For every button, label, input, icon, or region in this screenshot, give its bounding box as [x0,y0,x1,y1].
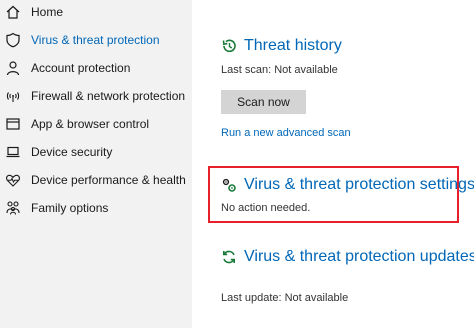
person-icon [5,60,21,76]
family-icon [5,200,21,216]
settings-highlight-box [208,166,459,223]
protection-settings-heading[interactable]: Virus & threat protection settings [221,176,474,194]
last-update-text: Last update: Not available [221,292,349,304]
protection-updates-title: Virus & threat protection updates [244,248,474,265]
sidebar: Home Virus & threat protection Account p… [0,0,192,328]
sidebar-item-device-security[interactable]: Device security [0,138,192,166]
sidebar-item-family-options[interactable]: Family options [0,194,192,222]
sidebar-item-account-protection[interactable]: Account protection [0,54,192,82]
sidebar-item-label: Family options [31,201,109,215]
last-scan-text: Last scan: Not available [221,64,338,76]
sidebar-item-firewall-network[interactable]: Firewall & network protection [0,82,192,110]
scan-now-button[interactable]: Scan now [221,90,306,114]
sidebar-item-home[interactable]: Home [0,0,192,26]
home-icon [5,4,21,20]
wifi-icon [5,88,21,104]
sidebar-item-label: Account protection [31,61,131,75]
run-advanced-scan-link[interactable]: Run a new advanced scan [221,127,351,139]
threat-history-title: Threat history [244,37,342,54]
sidebar-item-label: Home [31,5,64,19]
sidebar-item-label: Virus & threat protection [31,33,160,47]
threat-history-heading: Threat history [221,37,342,55]
sidebar-item-app-browser-control[interactable]: App & browser control [0,110,192,138]
refresh-icon [221,249,237,265]
protection-settings-title: Virus & threat protection settings [244,176,474,193]
app-window-icon [5,116,21,132]
sidebar-item-label: App & browser control [31,117,150,131]
settings-gears-icon [221,177,237,193]
shield-icon [5,32,21,48]
protection-updates-heading[interactable]: Virus & threat protection updates [221,248,474,266]
main-content: Threat history Last scan: Not available … [192,0,474,328]
settings-status-text: No action needed. [221,202,311,214]
sidebar-item-label: Device performance & health [31,173,186,187]
sidebar-item-label: Device security [31,145,113,159]
sidebar-item-device-performance-health[interactable]: Device performance & health [0,166,192,194]
sidebar-item-virus-threat-protection[interactable]: Virus & threat protection [0,26,192,54]
heart-icon [5,172,21,188]
sidebar-item-label: Firewall & network protection [31,89,186,103]
history-icon [221,38,237,54]
laptop-icon [5,144,21,160]
windows-security-window: Home Virus & threat protection Account p… [0,0,474,328]
